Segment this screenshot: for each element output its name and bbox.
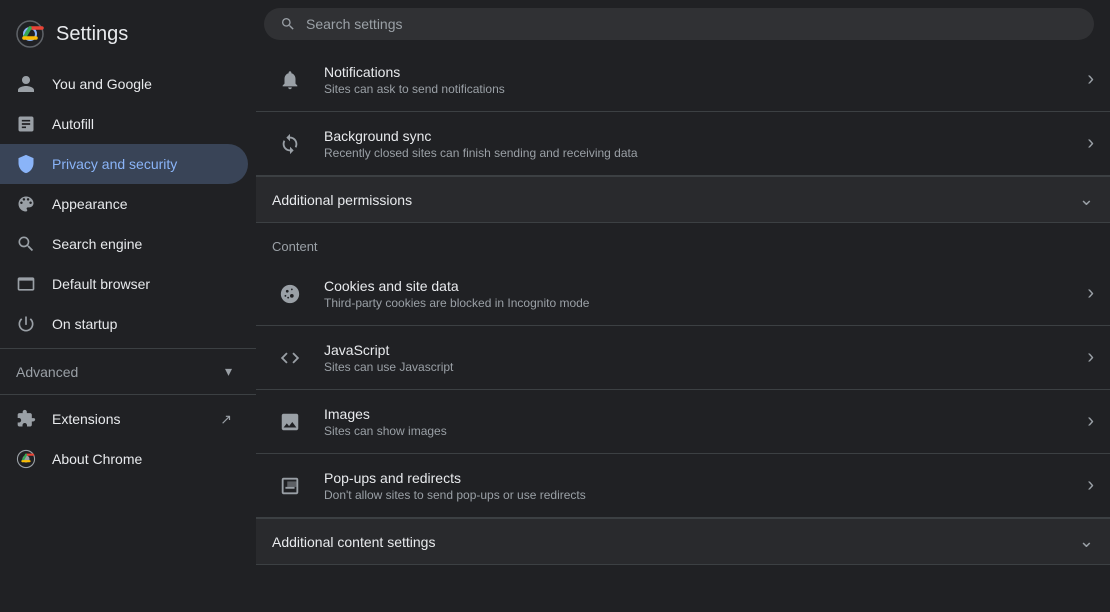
sidebar-item-label: Autofill (52, 116, 94, 132)
background-sync-title: Background sync (324, 128, 1071, 144)
settings-list: Notifications Sites can ask to send noti… (256, 48, 1110, 565)
search-input-wrapper[interactable] (264, 8, 1094, 40)
images-title: Images (324, 406, 1071, 422)
advanced-label: Advanced (16, 364, 78, 380)
additional-permissions-header[interactable]: Additional permissions (256, 176, 1110, 223)
chevron-right-icon (1087, 68, 1094, 91)
sidebar-item-autofill[interactable]: Autofill (0, 104, 248, 144)
bell-icon (272, 62, 308, 98)
javascript-subtitle: Sites can use Javascript (324, 360, 1071, 374)
sidebar-item-extensions[interactable]: Extensions ↗ (0, 399, 248, 439)
chevron-down-icon (1079, 189, 1094, 210)
search-icon (280, 16, 296, 32)
sidebar-header: Settings (0, 8, 256, 64)
sidebar-item-privacy-and-security[interactable]: Privacy and security (0, 144, 248, 184)
search-input[interactable] (306, 16, 1078, 32)
sidebar-divider-2 (0, 394, 256, 395)
sidebar-item-search-engine[interactable]: Search engine (0, 224, 248, 264)
sidebar-item-appearance[interactable]: Appearance (0, 184, 248, 224)
notifications-text: Notifications Sites can ask to send noti… (324, 64, 1071, 96)
palette-icon (16, 194, 36, 214)
sidebar-item-label: Search engine (52, 236, 142, 252)
sidebar-item-label: On startup (52, 316, 117, 332)
info-icon (16, 449, 36, 469)
settings-item-images[interactable]: Images Sites can show images (256, 390, 1110, 454)
popup-icon (272, 468, 308, 504)
chevron-right-icon (1087, 282, 1094, 305)
settings-item-notifications[interactable]: Notifications Sites can ask to send noti… (256, 48, 1110, 112)
additional-content-settings-label: Additional content settings (272, 534, 435, 550)
sidebar-item-on-startup[interactable]: On startup (0, 304, 248, 344)
background-sync-subtitle: Recently closed sites can finish sending… (324, 146, 1071, 160)
settings-item-cookies[interactable]: Cookies and site data Third-party cookie… (256, 262, 1110, 326)
sidebar-title: Settings (56, 23, 128, 46)
search-icon (16, 234, 36, 254)
search-bar (256, 0, 1110, 48)
images-text: Images Sites can show images (324, 406, 1071, 438)
sidebar-item-label: Privacy and security (52, 156, 177, 172)
javascript-text: JavaScript Sites can use Javascript (324, 342, 1071, 374)
sidebar-item-label: You and Google (52, 76, 152, 92)
image-icon (272, 404, 308, 440)
power-icon (16, 314, 36, 334)
chevron-down-icon (1079, 531, 1094, 552)
javascript-title: JavaScript (324, 342, 1071, 358)
settings-item-javascript[interactable]: JavaScript Sites can use Javascript (256, 326, 1110, 390)
popups-subtitle: Don't allow sites to send pop-ups or use… (324, 488, 1071, 502)
sync-icon (272, 126, 308, 162)
chevron-right-icon (1087, 474, 1094, 497)
popups-title: Pop-ups and redirects (324, 470, 1071, 486)
person-icon (16, 74, 36, 94)
sidebar-item-label: Default browser (52, 276, 150, 292)
sidebar-item-you-and-google[interactable]: You and Google (0, 64, 248, 104)
popups-text: Pop-ups and redirects Don't allow sites … (324, 470, 1071, 502)
chevron-down-icon: ▾ (225, 363, 232, 380)
sidebar-item-advanced[interactable]: Advanced ▾ (0, 353, 248, 390)
chrome-logo-icon (16, 20, 44, 48)
extensions-label: Extensions (52, 411, 120, 427)
notifications-title: Notifications (324, 64, 1071, 80)
chevron-right-icon (1087, 346, 1094, 369)
code-icon (272, 340, 308, 376)
cookies-subtitle: Third-party cookies are blocked in Incog… (324, 296, 1071, 310)
sidebar: Settings You and Google Autofill Privacy… (0, 0, 256, 612)
content-section-label: Content (256, 223, 1110, 262)
chevron-right-icon (1087, 132, 1094, 155)
extensions-icon (16, 409, 36, 429)
shield-icon (16, 154, 36, 174)
sidebar-item-label: Appearance (52, 196, 128, 212)
additional-permissions-label: Additional permissions (272, 192, 412, 208)
external-link-icon: ↗ (220, 411, 232, 428)
settings-item-popups[interactable]: Pop-ups and redirects Don't allow sites … (256, 454, 1110, 518)
chevron-right-icon (1087, 410, 1094, 433)
main-content: Notifications Sites can ask to send noti… (256, 0, 1110, 612)
sidebar-item-default-browser[interactable]: Default browser (0, 264, 248, 304)
cookies-title: Cookies and site data (324, 278, 1071, 294)
cookie-icon (272, 276, 308, 312)
images-subtitle: Sites can show images (324, 424, 1071, 438)
notifications-subtitle: Sites can ask to send notifications (324, 82, 1071, 96)
settings-item-background-sync[interactable]: Background sync Recently closed sites ca… (256, 112, 1110, 176)
additional-content-settings-header[interactable]: Additional content settings (256, 518, 1110, 565)
sidebar-item-about-chrome[interactable]: About Chrome (0, 439, 248, 479)
browser-icon (16, 274, 36, 294)
cookies-text: Cookies and site data Third-party cookie… (324, 278, 1071, 310)
background-sync-text: Background sync Recently closed sites ca… (324, 128, 1071, 160)
sidebar-divider (0, 348, 256, 349)
autofill-icon (16, 114, 36, 134)
about-chrome-label: About Chrome (52, 451, 142, 467)
